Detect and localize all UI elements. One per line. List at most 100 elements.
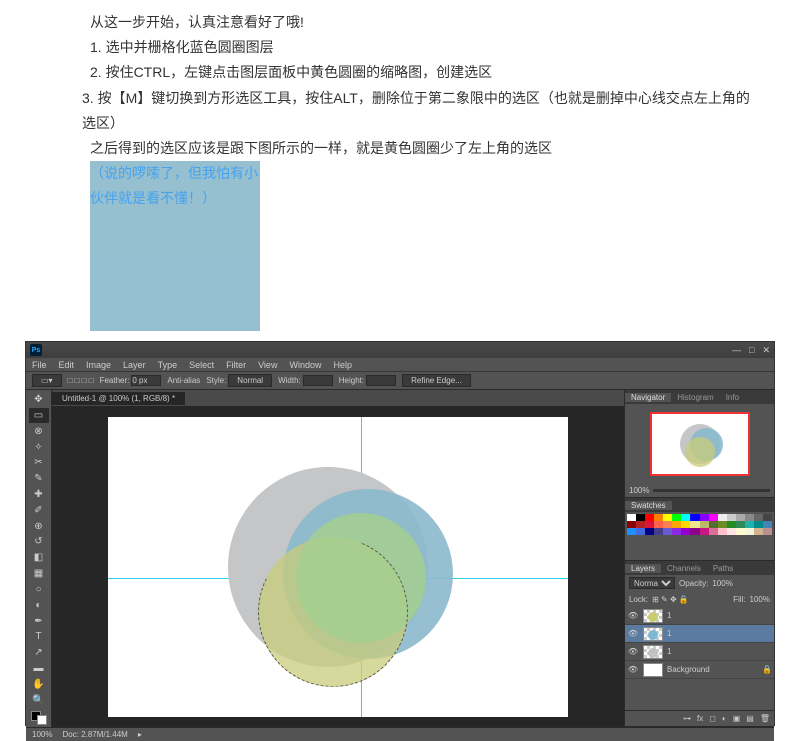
stamp-tool-icon[interactable]: ⊕ — [29, 519, 49, 534]
swatch-color[interactable] — [718, 528, 727, 535]
swatch-color[interactable] — [636, 528, 645, 535]
move-tool-icon[interactable]: ✥ — [29, 392, 49, 407]
antialias-checkbox[interactable]: Anti-alias — [167, 376, 200, 385]
swatch-color[interactable] — [672, 514, 681, 521]
document-tab[interactable]: Untitled-1 @ 100% (1, RGB/8) * — [52, 392, 185, 405]
pen-tool-icon[interactable]: ✒ — [29, 614, 49, 629]
swatch-color[interactable] — [727, 514, 736, 521]
menu-type[interactable]: Type — [158, 360, 178, 370]
zoom-tool-icon[interactable]: 🔍 — [29, 693, 49, 708]
link-layers-icon[interactable]: ⊶ — [683, 714, 691, 723]
swatch-color[interactable] — [681, 528, 690, 535]
fill-value[interactable]: 100% — [750, 595, 770, 604]
lasso-tool-icon[interactable]: ⊗ — [29, 424, 49, 439]
trash-icon[interactable]: 🗑 — [760, 714, 770, 723]
layer-row[interactable]: 👁1 — [625, 643, 774, 661]
history-brush-icon[interactable]: ↺ — [29, 535, 49, 550]
visibility-icon[interactable]: 👁 — [627, 611, 639, 620]
style-select[interactable]: Normal — [228, 374, 272, 387]
tab-channels[interactable]: Channels — [661, 564, 707, 573]
maximize-button[interactable]: □ — [749, 345, 754, 356]
swatch-color[interactable] — [636, 514, 645, 521]
layer-row[interactable]: 👁Background🔒 — [625, 661, 774, 679]
swatch-color[interactable] — [709, 514, 718, 521]
status-chevron-icon[interactable]: ▸ — [138, 730, 142, 739]
swatch-color[interactable] — [663, 514, 672, 521]
canvas-area[interactable] — [52, 406, 624, 727]
swatch-color[interactable] — [763, 528, 772, 535]
tab-histogram[interactable]: Histogram — [671, 393, 719, 402]
swatch-color[interactable] — [736, 521, 745, 528]
swatch-color[interactable] — [727, 521, 736, 528]
path-tool-icon[interactable]: ↗ — [29, 645, 49, 660]
menu-filter[interactable]: Filter — [226, 360, 246, 370]
minimize-button[interactable]: — — [732, 345, 741, 356]
swatch-color[interactable] — [690, 514, 699, 521]
canvas[interactable] — [108, 417, 568, 717]
lock-icons[interactable]: ⊞ ✎ ✥ 🔒 — [652, 595, 689, 604]
swatch-color[interactable] — [727, 528, 736, 535]
brush-tool-icon[interactable]: ✐ — [29, 503, 49, 518]
wand-tool-icon[interactable]: ✧ — [29, 440, 49, 455]
layer-thumbnail[interactable] — [643, 609, 663, 623]
layer-row[interactable]: 👁1 — [625, 625, 774, 643]
swatch-color[interactable] — [745, 514, 754, 521]
tool-preset-icon[interactable]: ▭▾ — [32, 374, 62, 387]
swatch-grid[interactable] — [627, 514, 772, 535]
swatch-color[interactable] — [654, 521, 663, 528]
status-zoom[interactable]: 100% — [32, 730, 52, 739]
swatch-color[interactable] — [663, 521, 672, 528]
blur-tool-icon[interactable]: ○ — [29, 582, 49, 597]
menu-image[interactable]: Image — [86, 360, 111, 370]
swatch-color[interactable] — [709, 528, 718, 535]
menu-file[interactable]: File — [32, 360, 47, 370]
swatch-color[interactable] — [745, 521, 754, 528]
menu-window[interactable]: Window — [289, 360, 321, 370]
zoom-slider[interactable] — [653, 489, 770, 492]
refine-edge-button[interactable]: Refine Edge... — [402, 374, 471, 387]
layer-row[interactable]: 👁1 — [625, 607, 774, 625]
fx-icon[interactable]: fx — [697, 714, 703, 723]
swatch-color[interactable] — [672, 528, 681, 535]
swatch-color[interactable] — [627, 528, 636, 535]
folder-icon[interactable]: ▣ — [733, 714, 741, 723]
swatch-color[interactable] — [645, 528, 654, 535]
opacity-value[interactable]: 100% — [712, 579, 732, 588]
swatch-color[interactable] — [645, 521, 654, 528]
swatch-color[interactable] — [763, 521, 772, 528]
navigator-thumbnail[interactable] — [650, 412, 750, 476]
swatch-color[interactable] — [672, 521, 681, 528]
selection-mode-icon[interactable]: □ □ □ □ — [68, 376, 94, 385]
close-button[interactable]: ✕ — [762, 345, 770, 356]
swatch-color[interactable] — [754, 514, 763, 521]
swatch-color[interactable] — [700, 514, 709, 521]
eraser-tool-icon[interactable]: ◧ — [29, 550, 49, 565]
visibility-icon[interactable]: 👁 — [627, 647, 639, 656]
swatch-color[interactable] — [763, 514, 772, 521]
height-input[interactable] — [366, 375, 396, 386]
menu-layer[interactable]: Layer — [123, 360, 146, 370]
menu-select[interactable]: Select — [189, 360, 214, 370]
hand-tool-icon[interactable]: ✋ — [29, 677, 49, 692]
adjustment-icon[interactable]: ◐ — [722, 714, 727, 723]
marquee-tool-icon[interactable]: ▭ — [29, 408, 49, 423]
swatch-color[interactable] — [718, 521, 727, 528]
swatch-color[interactable] — [709, 521, 718, 528]
layer-thumbnail[interactable] — [643, 663, 663, 677]
swatch-color[interactable] — [654, 528, 663, 535]
swatch-color[interactable] — [700, 528, 709, 535]
eyedropper-tool-icon[interactable]: ✎ — [29, 471, 49, 486]
menu-help[interactable]: Help — [333, 360, 352, 370]
crop-tool-icon[interactable]: ✂ — [29, 455, 49, 470]
swatch-color[interactable] — [754, 521, 763, 528]
swatch-color[interactable] — [736, 514, 745, 521]
dodge-tool-icon[interactable]: ◐ — [29, 598, 49, 613]
swatch-color[interactable] — [681, 514, 690, 521]
swatch-color[interactable] — [690, 528, 699, 535]
tab-layers[interactable]: Layers — [625, 564, 661, 573]
tab-paths[interactable]: Paths — [707, 564, 739, 573]
tab-info[interactable]: Info — [720, 393, 745, 402]
swatch-color[interactable] — [654, 514, 663, 521]
swatch-color[interactable] — [718, 514, 727, 521]
shape-tool-icon[interactable]: ▬ — [29, 661, 49, 676]
